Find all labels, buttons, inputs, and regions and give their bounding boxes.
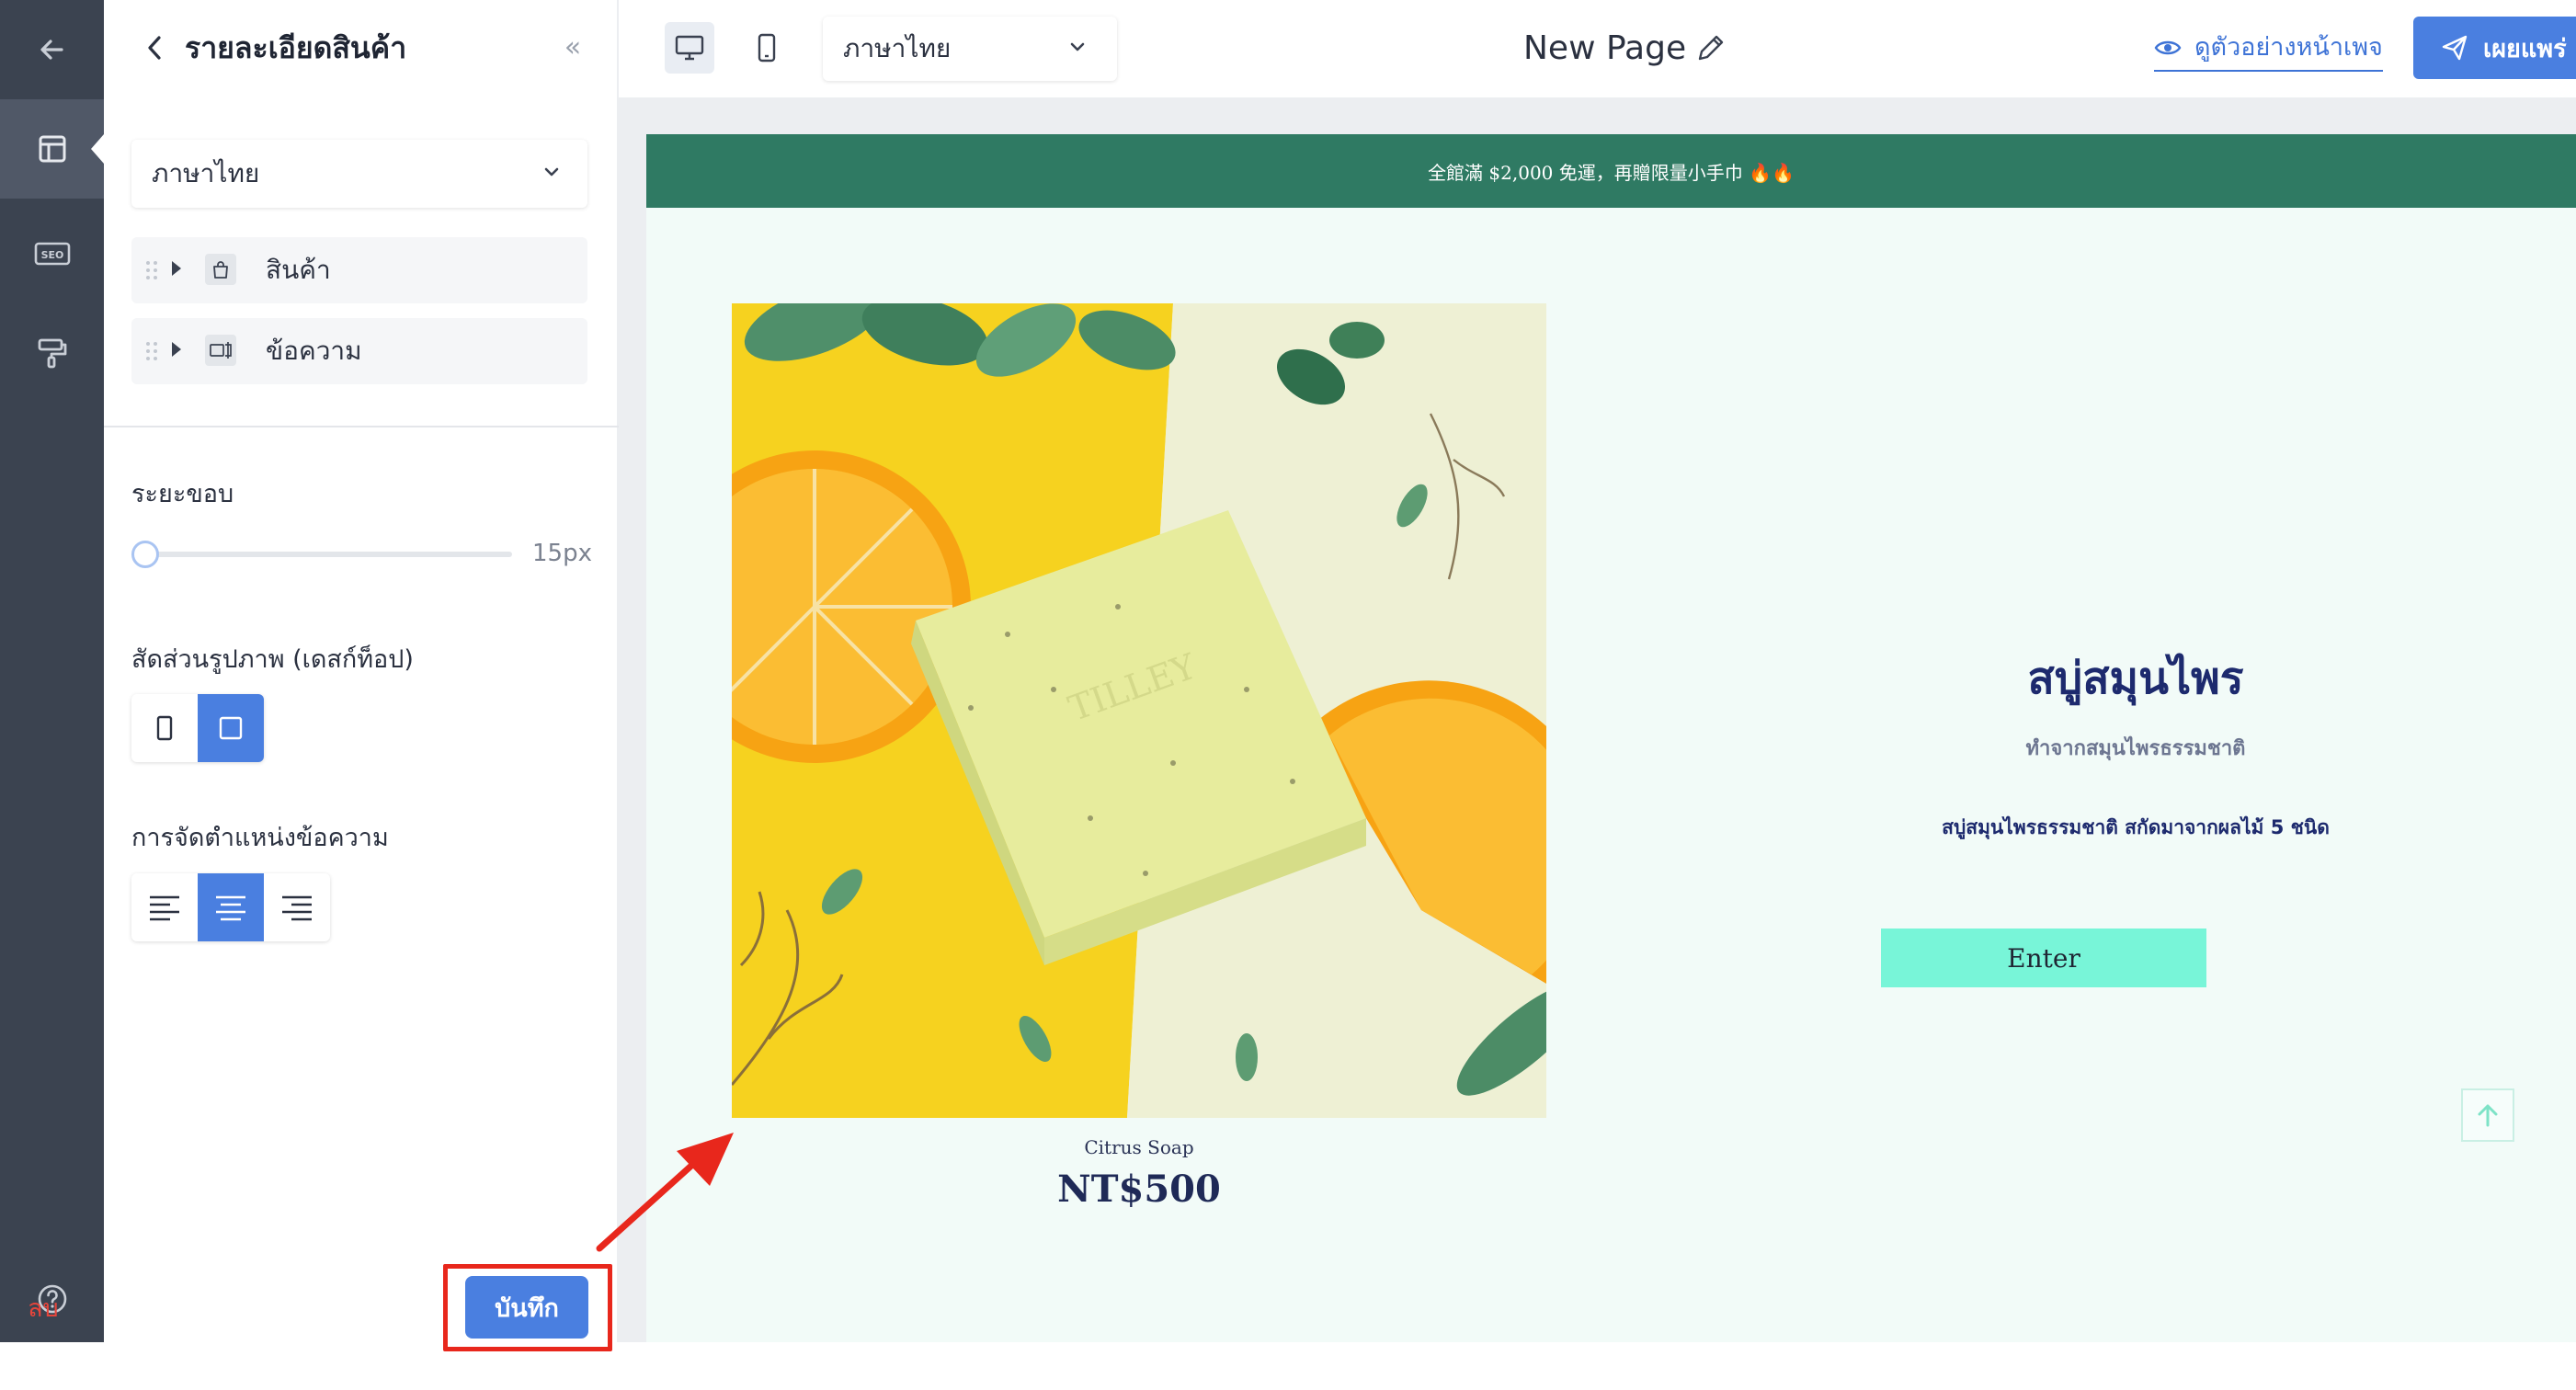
announcement-bar[interactable]: 全館滿 $2,000 免運，再贈限量小手巾 🔥🔥 [646, 134, 2576, 208]
padding-value: 15px [532, 540, 592, 567]
aspect-portrait-button[interactable] [131, 694, 198, 762]
expand-caret-icon[interactable] [172, 342, 181, 357]
drag-handle-icon[interactable] [144, 259, 159, 281]
eye-icon [2154, 40, 2182, 55]
align-right-button[interactable] [264, 873, 330, 941]
enter-button[interactable]: Enter [1881, 929, 2206, 987]
seo-icon: SEO [34, 242, 70, 266]
align-right-icon [282, 895, 312, 921]
annotation-arrow [596, 1133, 734, 1252]
panel-title: รายละเอียดสินค้า [185, 30, 407, 65]
soap-photo-illustration: TILLEY [732, 303, 1546, 1118]
page-name: New Page [1523, 29, 1687, 67]
product-description: สบู่สมุนไพรธรรมชาติ สกัดมาจากผลไม้ 5 ชนิ… [1942, 816, 2330, 838]
delete-link[interactable]: ลบ [28, 1291, 59, 1327]
layout-icon [39, 135, 65, 163]
product-caption: Citrus Soap [1084, 1136, 1194, 1158]
padding-slider-thumb[interactable] [131, 541, 159, 568]
expand-caret-icon[interactable] [172, 261, 181, 276]
square-icon [219, 716, 243, 740]
text-box-icon [205, 335, 236, 366]
desktop-icon [675, 35, 704, 61]
publish-label: เผยแพร่ [2483, 34, 2567, 63]
portrait-icon [156, 715, 173, 741]
panel-divider [104, 426, 619, 427]
preview-page-link[interactable]: ดูตัวอย่างหน้าเพจ [2154, 28, 2383, 72]
site-preview[interactable]: 全館滿 $2,000 免運，再贈限量小手巾 🔥🔥 TILLEY Citrus S… [646, 134, 2576, 1342]
align-center-button[interactable] [198, 873, 264, 941]
paint-roller-icon [38, 338, 66, 369]
product-info: สบู่สมุนไพร ทำจากสมุนไพรธรรมชาติ สบู่สมุ… [1768, 649, 2503, 842]
product-subheading: ทำจากสมุนไพรธรรมชาติ [2025, 737, 2246, 760]
chevron-left-icon [148, 36, 161, 60]
aspect-ratio-toggle [131, 694, 264, 762]
padding-label: ระยะขอบ [131, 480, 234, 508]
mobile-icon [758, 33, 776, 63]
align-left-icon [150, 895, 179, 921]
scroll-to-top-button[interactable] [2461, 1088, 2514, 1142]
collapse-panel-icon[interactable]: « [554, 28, 591, 68]
back-arrow-icon [40, 40, 63, 60]
editor-topbar: ภาษาไทย New Page ดูตัวอย่างหน้าเพจ เผยแพ… [619, 0, 2576, 99]
preview-label: ดูตัวอย่างหน้าเพจ [2194, 33, 2383, 62]
rail-layout-button[interactable] [0, 99, 104, 199]
padding-slider-track[interactable] [144, 552, 512, 557]
block-label: สินค้า [266, 255, 331, 285]
chevron-down-icon [1070, 42, 1085, 51]
save-highlight-box [443, 1264, 612, 1351]
text-align-label: การจัดตำแหน่งข้อความ [131, 824, 389, 852]
back-button[interactable] [0, 0, 104, 99]
panel-back-button[interactable] [137, 28, 174, 68]
rail-theme-button[interactable] [0, 303, 104, 403]
panel-language-select[interactable]: ภาษาไทย [131, 140, 587, 208]
aspect-ratio-label: สัดส่วนรูปภาพ (เดสก์ท็อป) [131, 645, 414, 674]
align-left-button[interactable] [131, 873, 198, 941]
block-label: ข้อความ [266, 336, 362, 366]
paper-plane-icon [2442, 35, 2468, 61]
rail-seo-button[interactable]: SEO [0, 204, 104, 303]
publish-button[interactable]: เผยแพร่ [2413, 17, 2576, 79]
pencil-icon[interactable] [1694, 31, 1727, 64]
text-align-toggle [131, 873, 330, 941]
block-row-product[interactable]: สินค้า [131, 237, 587, 303]
bag-icon [205, 254, 236, 285]
arrow-up-icon [2478, 1104, 2498, 1127]
chevron-down-icon [544, 167, 559, 177]
desktop-view-button[interactable] [665, 22, 714, 74]
settings-panel: รายละเอียดสินค้า « ภาษาไทย สินค้า ข้อควา… [104, 0, 619, 1342]
product-image[interactable]: TILLEY [732, 303, 1546, 1118]
editor-canvas: 全館滿 $2,000 免運，再贈限量小手巾 🔥🔥 TILLEY Citrus S… [619, 99, 2576, 1342]
page-language-value: ภาษาไทย [843, 33, 952, 63]
drag-handle-icon[interactable] [144, 340, 159, 362]
svg-text:SEO: SEO [40, 249, 63, 261]
icon-rail: SEO [0, 0, 104, 1342]
block-row-text[interactable]: ข้อความ [131, 318, 587, 384]
aspect-square-button[interactable] [198, 694, 264, 762]
mobile-view-button[interactable] [742, 22, 792, 74]
product-price: NT$500 [1057, 1168, 1221, 1211]
align-center-icon [216, 895, 245, 921]
product-heading: สบู่สมุนไพร [2027, 653, 2244, 704]
panel-language-value: ภาษาไทย [152, 158, 260, 188]
page-language-select[interactable]: ภาษาไทย [823, 17, 1117, 81]
